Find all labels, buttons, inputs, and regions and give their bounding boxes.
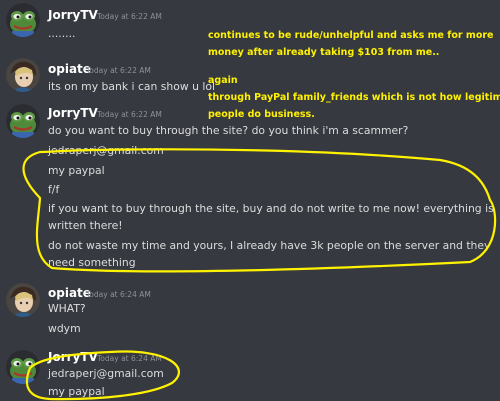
timestamp: Today at 6:24 AM <box>86 290 151 299</box>
annotation-note: continues to be rude/unhelpful and asks … <box>208 27 493 61</box>
message-text: need something <box>48 256 136 269</box>
timestamp: Today at 6:24 AM <box>97 354 162 363</box>
timestamp: Today at 6:22 AM <box>97 110 162 119</box>
anime-character-icon[interactable] <box>6 58 40 92</box>
message-text: my paypal <box>48 164 105 177</box>
message-text: do you want to buy through the site? do … <box>48 124 409 137</box>
username[interactable]: opiate <box>48 286 91 300</box>
message-text: do not waste my time and yours, I alread… <box>48 239 491 252</box>
annotation-note: again through PayPal family_friends whic… <box>208 72 500 123</box>
timestamp: Today at 6:22 AM <box>86 66 151 75</box>
timestamp: Today at 6:22 AM <box>97 12 162 21</box>
pepe-frog-icon[interactable] <box>6 350 40 384</box>
message-text: my paypal <box>48 385 105 398</box>
username[interactable]: JorryTV <box>48 350 98 364</box>
message-text: jedraperj@gmail.com <box>48 144 164 157</box>
message-text: wdym <box>48 322 81 335</box>
pepe-frog-icon[interactable] <box>6 104 40 138</box>
pepe-frog-icon[interactable] <box>6 3 40 37</box>
message-text: if you want to buy through the site, buy… <box>48 202 494 215</box>
annotation-line: continues to be rude/unhelpful and asks … <box>208 30 494 41</box>
annotation-line: people do business. <box>208 109 315 120</box>
annotation-line: again <box>208 75 238 86</box>
message-text: written there! <box>48 219 123 232</box>
annotation-line: money after already taking $103 from me.… <box>208 47 440 58</box>
message-text: f/f <box>48 183 60 196</box>
annotation-line: through PayPal family_friends which is n… <box>208 92 500 103</box>
username[interactable]: opiate <box>48 62 91 76</box>
anime-character-icon[interactable] <box>6 283 40 317</box>
message-text: ........ <box>48 27 76 40</box>
message-text: its on my bank i can show u lol <box>48 80 215 93</box>
username[interactable]: JorryTV <box>48 106 98 120</box>
chat-log: JorryTV Today at 6:22 AM ........ opiate… <box>0 0 500 401</box>
message-text: jedraperj@gmail.com <box>48 367 164 380</box>
message-text: WHAT? <box>48 302 86 315</box>
username[interactable]: JorryTV <box>48 8 98 22</box>
